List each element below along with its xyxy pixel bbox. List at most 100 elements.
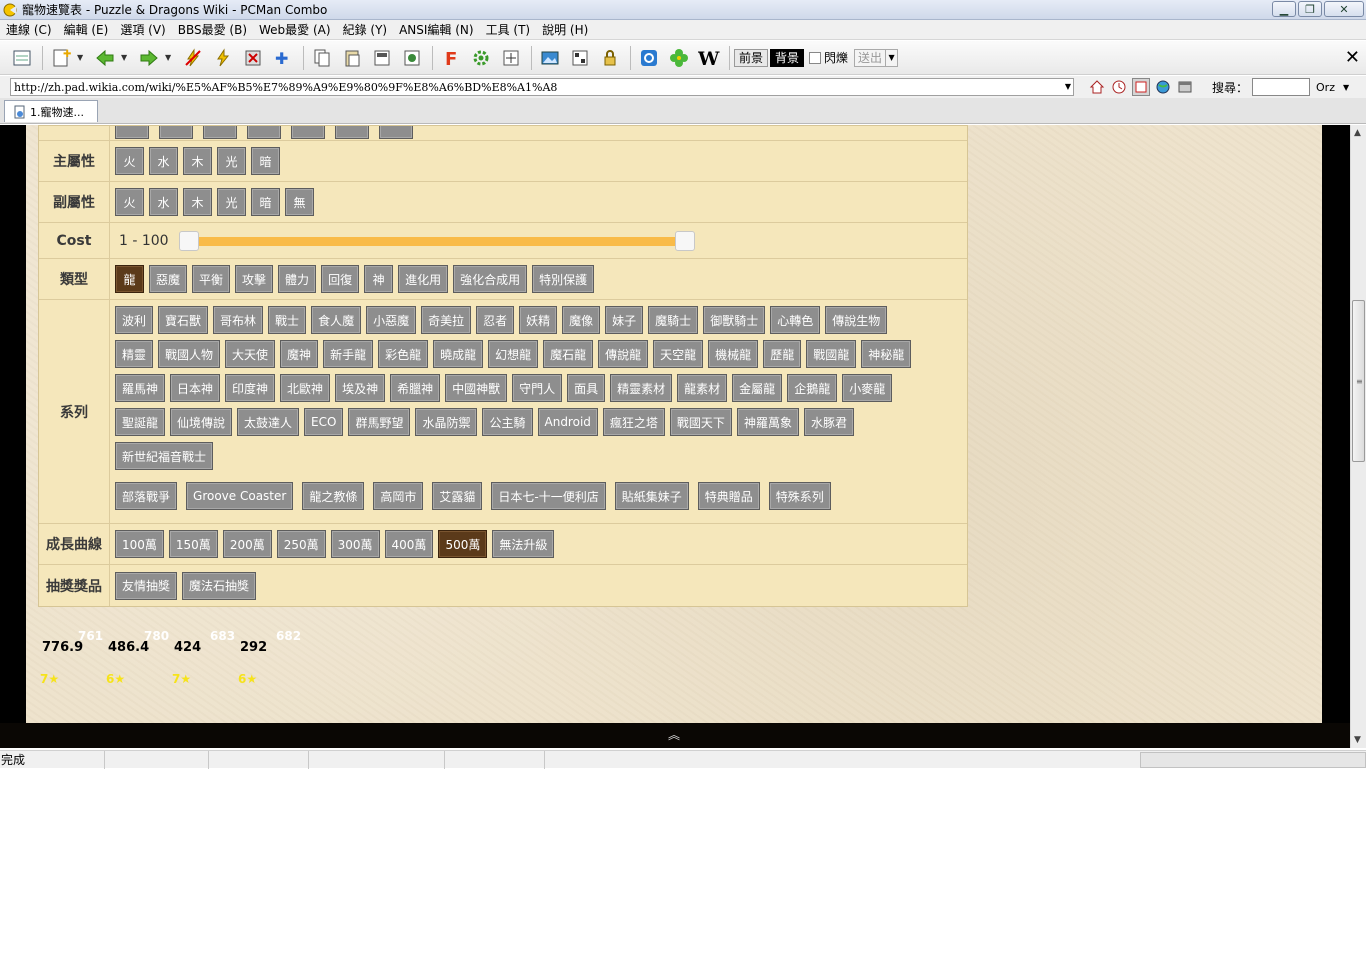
foreground-button[interactable]: 前景 [734,48,769,67]
forward-arrow-icon[interactable] [135,44,163,72]
series-chip[interactable]: 埃及神 [335,374,386,402]
ansi-editor-icon[interactable] [8,44,36,72]
slider-handle-min[interactable] [178,230,199,251]
series-chip[interactable]: 守門人 [512,374,563,402]
series-chip[interactable]: 北歐神 [280,374,331,402]
scrollbar-thumb[interactable]: ≡ [1352,300,1365,462]
filter-chip[interactable] [203,126,237,139]
series-chip[interactable]: 神羅萬象 [736,408,799,436]
series-chip[interactable]: 奇美拉 [421,306,472,334]
reconnect-icon[interactable] [209,44,237,72]
home-icon[interactable] [1088,78,1106,96]
series-chip[interactable]: 小麥龍 [842,374,893,402]
type-chip[interactable]: 攻擊 [235,265,274,293]
series-chip[interactable]: 戰國龍 [806,340,857,368]
window-icon[interactable] [1176,78,1194,96]
chevron-down-icon[interactable]: ▼ [77,53,87,62]
menu-item[interactable]: 編輯 (E) [58,21,115,38]
series-chip[interactable]: 瘋狂之塔 [602,408,665,436]
sub-attribute-chip[interactable]: 水 [149,188,178,216]
series-chip[interactable]: 波利 [115,306,154,334]
series-chip[interactable]: 食人魔 [311,306,362,334]
scroll-down-icon[interactable]: ▼ [1354,735,1361,745]
type-chip[interactable]: 體力 [278,265,317,293]
menu-item[interactable]: ANSI編輯 (N) [393,21,480,38]
copy-icon[interactable] [308,44,336,72]
series-chip[interactable]: 歷龍 [763,340,802,368]
series-chip[interactable]: 天空龍 [653,340,704,368]
series-chip[interactable]: 太鼓達人 [237,408,300,436]
growth-chip[interactable]: 200萬 [222,530,272,558]
series-chip[interactable]: 群馬野望 [348,408,411,436]
wikipedia-icon[interactable]: W [695,44,723,72]
series-chip[interactable]: 傳說生物 [825,306,888,334]
series-chip[interactable]: Android [537,408,598,436]
menu-item[interactable]: 選項 (V) [114,21,171,38]
series-chip[interactable]: 機械龍 [708,340,759,368]
copy-all-icon[interactable] [368,44,396,72]
menu-item[interactable]: 連線 (C) [0,21,58,38]
type-chip[interactable]: 進化用 [398,265,449,293]
blink-checkbox[interactable] [809,51,822,64]
collab-series-chip[interactable]: 艾露貓 [432,482,483,510]
growth-chip[interactable]: 500萬 [438,530,488,558]
series-chip[interactable]: 新世紀福音戰士 [115,442,214,470]
collab-series-chip[interactable]: 部落戰爭 [115,482,178,510]
menu-item[interactable]: Web最愛 (A) [253,21,337,38]
series-chip[interactable]: 魔騎士 [648,306,699,334]
type-chip[interactable]: 惡魔 [149,265,188,293]
series-chip[interactable]: 聖誕龍 [115,408,166,436]
menu-item[interactable]: BBS最愛 (B) [172,21,253,38]
menu-item[interactable]: 說明 (H) [536,21,594,38]
type-chip[interactable]: 回復 [321,265,360,293]
chevron-down-icon[interactable]: ▼ [165,53,175,62]
close-toolbar-icon[interactable]: ✕ [1345,47,1360,68]
sub-attribute-chip[interactable]: 光 [217,188,246,216]
maximize-icon[interactable]: ❐ [1298,1,1322,17]
series-chip[interactable]: 龍素材 [677,374,728,402]
filter-chip[interactable] [379,126,413,139]
series-chip[interactable]: 金屬龍 [732,374,783,402]
collab-series-chip[interactable]: 龍之教條 [302,482,365,510]
series-chip[interactable]: 彩色龍 [378,340,429,368]
series-chip[interactable]: 戰國天下 [669,408,732,436]
paste-icon[interactable] [338,44,366,72]
collab-series-chip[interactable]: 貼紙集妹子 [614,482,689,510]
series-chip[interactable]: 魔像 [562,306,601,334]
history-icon[interactable] [1110,78,1128,96]
series-chip[interactable]: 希臘神 [390,374,441,402]
menu-item[interactable]: 紀錄 (Y) [337,21,394,38]
send-button[interactable]: 送出 [854,48,887,67]
picture-icon[interactable] [536,44,564,72]
series-chip[interactable]: 新手龍 [323,340,374,368]
fullscreen-icon[interactable] [497,44,525,72]
new-connection-icon[interactable]: ✚ [47,44,75,72]
search-engine-select[interactable]: Orz [1316,81,1335,94]
slider-handle-max[interactable] [674,230,695,251]
scroll-top-icon[interactable]: ︽ [668,726,680,743]
series-chip[interactable]: 寶石獸 [158,306,209,334]
bookmark-manager-icon[interactable] [1132,78,1150,96]
type-chip[interactable]: 神 [364,265,394,293]
series-chip[interactable]: 仙境傳說 [170,408,233,436]
filter-chip[interactable] [291,126,325,139]
series-chip[interactable]: ECO [304,408,344,436]
series-chip[interactable]: 水豚君 [803,408,854,436]
series-chip[interactable]: 神秘龍 [861,340,912,368]
series-chip[interactable]: 羅馬神 [115,374,166,402]
tab-pet-list[interactable]: 1.寵物速... [4,100,98,122]
gear-icon[interactable] [467,44,495,72]
series-chip[interactable]: 精靈素材 [610,374,673,402]
chevron-down-icon[interactable]: ▼ [1343,83,1349,92]
lock-icon[interactable] [596,44,624,72]
series-chip[interactable]: 中國神獸 [445,374,508,402]
series-chip[interactable]: 心轉色 [770,306,821,334]
filter-chip[interactable] [247,126,281,139]
growth-chip[interactable]: 150萬 [168,530,218,558]
growth-chip[interactable]: 100萬 [115,530,164,558]
cost-slider[interactable] [178,230,695,251]
series-chip[interactable]: 幻想龍 [488,340,539,368]
minimize-icon[interactable]: ▁ [1272,1,1296,17]
growth-chip[interactable]: 250萬 [276,530,326,558]
gacha-chip[interactable]: 魔法石抽獎 [182,571,257,600]
